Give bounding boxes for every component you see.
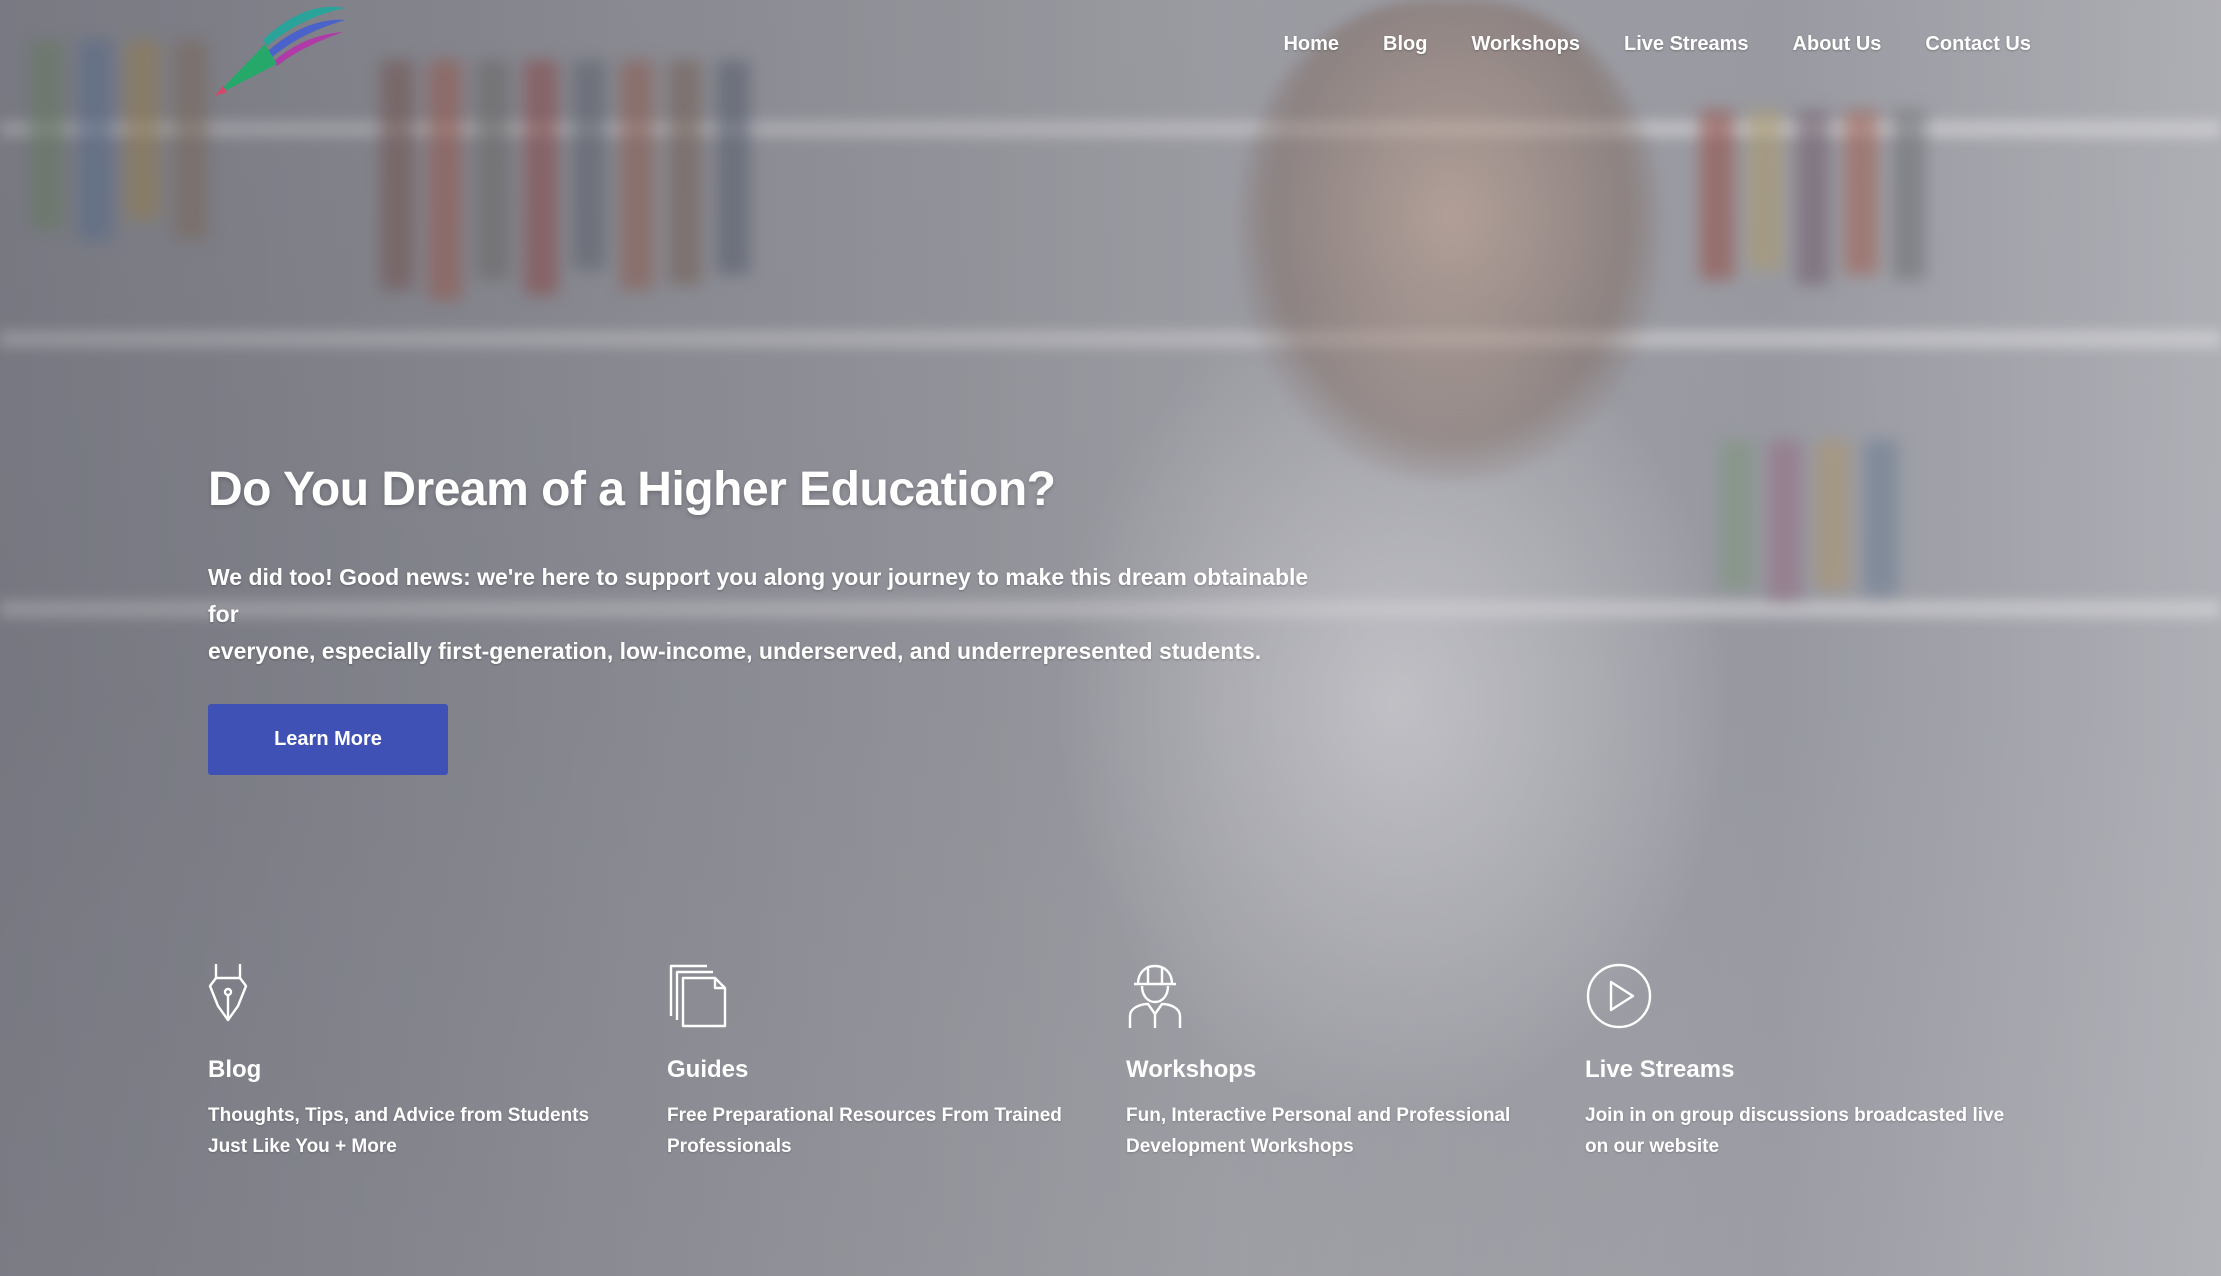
documents-icon bbox=[667, 962, 1126, 1034]
feature-title: Blog bbox=[208, 1056, 262, 1083]
feature-description: Fun, Interactive Personal and Profession… bbox=[1126, 1105, 1511, 1157]
feature-title: Guides bbox=[667, 1056, 749, 1083]
feature-title: Live Streams bbox=[1585, 1056, 1735, 1083]
feature-description: Thoughts, Tips, and Advice from Students… bbox=[208, 1105, 590, 1157]
feature-guides[interactable]: Guides Free Preparational Resources From… bbox=[667, 962, 1126, 1162]
nav-workshops[interactable]: Workshops bbox=[1471, 33, 1580, 56]
feature-description: Free Preparational Resources From Traine… bbox=[667, 1105, 1062, 1157]
hero-text-rest: , especially first-generation, low-incom… bbox=[309, 638, 1262, 664]
worker-hardhat-icon bbox=[1126, 962, 1585, 1034]
hero-text-intro: We did too! Good news: we're here to sup… bbox=[208, 564, 1309, 627]
nav-contact-us[interactable]: Contact Us bbox=[1925, 33, 2031, 56]
feature-blog[interactable]: Blog Thoughts, Tips, and Advice from Stu… bbox=[208, 962, 667, 1162]
hero-title: Do You Dream of a Higher Education? bbox=[208, 463, 1056, 516]
feature-description: Join in on group discussions broadcasted… bbox=[1585, 1105, 2005, 1157]
site-logo[interactable] bbox=[205, 0, 355, 100]
hero-section: Home Blog Workshops Live Streams About U… bbox=[0, 0, 2221, 1276]
features-row: Blog Thoughts, Tips, and Advice from Stu… bbox=[208, 962, 2044, 1162]
learn-more-button[interactable]: Learn More bbox=[208, 704, 448, 775]
hero-description: We did too! Good news: we're here to sup… bbox=[208, 559, 1338, 670]
hero-content: Do You Dream of a Higher Education? We d… bbox=[208, 462, 1408, 775]
feature-live-streams[interactable]: Live Streams Join in on group discussion… bbox=[1585, 962, 2044, 1162]
nav-blog[interactable]: Blog bbox=[1383, 33, 1427, 56]
feature-workshops[interactable]: Workshops Fun, Interactive Personal and … bbox=[1126, 962, 1585, 1162]
fountain-pen-icon bbox=[208, 962, 667, 1034]
main-navigation: Home Blog Workshops Live Streams About U… bbox=[1283, 33, 2031, 56]
feature-title: Workshops bbox=[1126, 1056, 1257, 1083]
nav-about-us[interactable]: About Us bbox=[1793, 33, 1882, 56]
nav-live-streams[interactable]: Live Streams bbox=[1624, 33, 1749, 56]
nav-home[interactable]: Home bbox=[1283, 33, 1339, 56]
play-circle-icon bbox=[1585, 962, 2044, 1034]
hero-text-emphasis: everyone bbox=[208, 638, 310, 664]
